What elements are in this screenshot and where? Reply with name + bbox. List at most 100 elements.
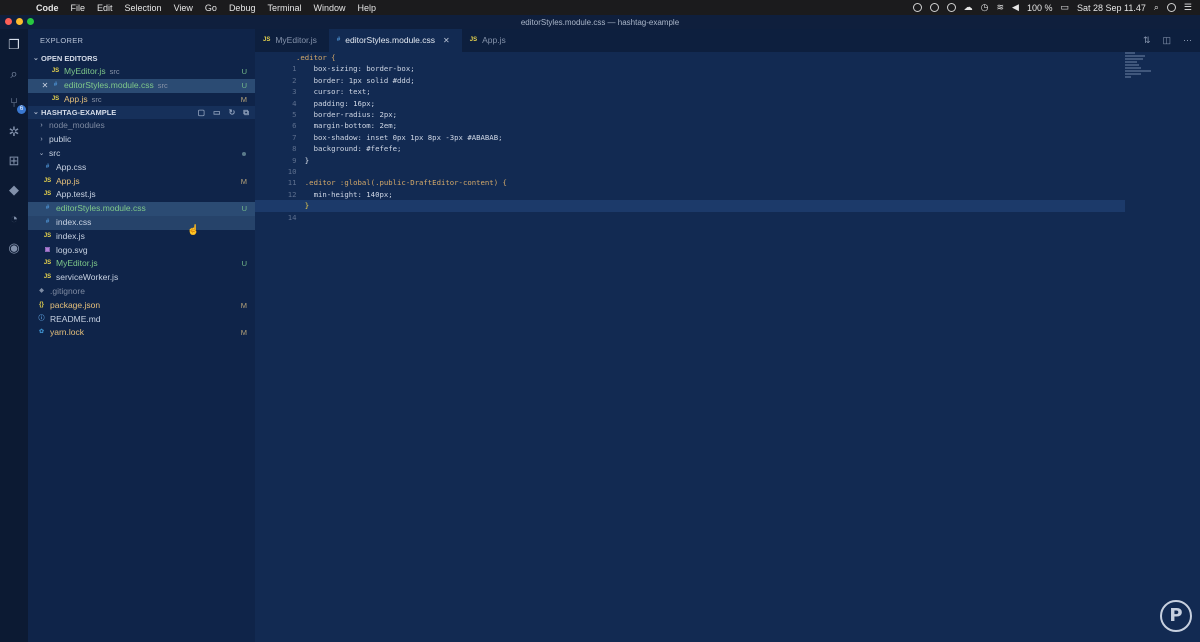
- code-line[interactable]: 1 .editor {: [255, 52, 1125, 73]
- git-status: M: [240, 94, 247, 104]
- minimize-window-button[interactable]: [16, 18, 23, 25]
- menu-debug[interactable]: Debug: [223, 3, 262, 13]
- tree-file[interactable]: JS App.test.js: [28, 188, 255, 202]
- docker-icon[interactable]: ◆: [6, 182, 22, 198]
- new-folder-icon[interactable]: ▭: [213, 106, 221, 119]
- close-icon[interactable]: ✕: [39, 79, 51, 93]
- refresh-icon[interactable]: ↻: [229, 106, 236, 119]
- wifi-icon[interactable]: ≋: [996, 2, 1004, 13]
- open-editor-item[interactable]: JS MyEditor.js src U: [28, 65, 255, 79]
- zoom-window-button[interactable]: [27, 18, 34, 25]
- tree-file-selected[interactable]: # editorStyles.module.css U: [28, 202, 255, 216]
- compare-changes-icon[interactable]: ⇅: [1143, 35, 1151, 46]
- open-editor-name: App.js: [64, 93, 88, 104]
- tree-file[interactable]: {} package.json M: [28, 299, 255, 313]
- code-line[interactable]: 12 .editor :global(.public-DraftEditor-c…: [255, 177, 1125, 198]
- code-line[interactable]: 10 }: [255, 155, 1125, 176]
- code-line[interactable]: 8 box-shadow: inset 0px 1px 8px -3px #AB…: [255, 132, 1125, 153]
- collapse-all-icon[interactable]: ⧉: [243, 106, 249, 119]
- clock[interactable]: Sat 28 Sep 11.47: [1077, 3, 1146, 13]
- volume-icon[interactable]: ◀: [1012, 2, 1019, 13]
- code-line[interactable]: 7 margin-bottom: 2em;: [255, 120, 1125, 141]
- tab-editorstyles[interactable]: # editorStyles.module.css ✕: [328, 29, 462, 52]
- tree-file[interactable]: # index.css: [28, 215, 255, 230]
- json-file-icon: {}: [39, 301, 44, 308]
- git-status: M: [240, 300, 247, 310]
- tree-file[interactable]: JS serviceWorker.js: [28, 271, 255, 285]
- close-window-button[interactable]: [5, 18, 12, 25]
- new-file-icon[interactable]: ▢: [197, 106, 205, 119]
- battery-label[interactable]: 100 %: [1027, 3, 1053, 13]
- project-header[interactable]: ⌄ HASHTAG-EXAMPLE ▢ ▭ ↻ ⧉: [28, 106, 255, 120]
- tree-folder-src[interactable]: ⌄ src: [28, 147, 255, 161]
- js-file-icon: JS: [51, 95, 60, 102]
- tree-file[interactable]: # App.css: [28, 161, 255, 175]
- extensions-icon[interactable]: ⊞: [6, 153, 22, 169]
- status-app-icon[interactable]: [946, 3, 956, 12]
- user-avatar-icon[interactable]: [1166, 3, 1176, 12]
- menu-file[interactable]: File: [65, 3, 92, 13]
- open-editor-name: MyEditor.js: [64, 66, 106, 76]
- tree-file[interactable]: ⓘ README.md: [28, 313, 255, 327]
- tree-file[interactable]: ▣ logo.svg: [28, 244, 255, 258]
- tree-file[interactable]: JS App.js M: [28, 175, 255, 189]
- menu-app-name[interactable]: Code: [30, 3, 65, 13]
- tree-folder-node-modules[interactable]: › node_modules: [28, 119, 255, 133]
- open-editor-item[interactable]: ✕ # editorStyles.module.css src U: [28, 78, 255, 93]
- cloud-icon[interactable]: ☁: [964, 2, 973, 13]
- code-line[interactable]: 4 cursor: text;: [255, 86, 1125, 107]
- code-text: padding: 16px;: [296, 98, 376, 108]
- code-line[interactable]: 9 background: #fefefe;: [255, 143, 1125, 164]
- code-line[interactable]: 6 border-radius: 2px;: [255, 109, 1125, 130]
- split-editor-icon[interactable]: ◫: [1162, 35, 1171, 46]
- close-icon[interactable]: ✕: [443, 29, 450, 52]
- file-name: App.css: [56, 161, 87, 172]
- menu-view[interactable]: View: [168, 3, 199, 13]
- open-editor-item[interactable]: JS App.js src M: [28, 93, 255, 107]
- debug-icon[interactable]: ✲: [6, 124, 22, 140]
- menu-terminal[interactable]: Terminal: [261, 3, 307, 13]
- menu-window[interactable]: Window: [307, 3, 351, 13]
- tab-label: editorStyles.module.css: [345, 35, 436, 45]
- search-icon[interactable]: ⌕: [1154, 2, 1159, 13]
- chevron-down-icon: ⌄: [38, 149, 45, 157]
- file-name: index.js: [56, 230, 85, 241]
- tree-folder-public[interactable]: › public: [28, 133, 255, 147]
- code-editor[interactable]: 1 .editor { 2 box-sizing: border-box; 3 …: [255, 52, 1200, 642]
- mouse-pointer-icon: ☝: [187, 225, 200, 236]
- git-history-icon[interactable]: ◔: [6, 211, 22, 227]
- menu-selection[interactable]: Selection: [119, 3, 168, 13]
- tab-myeditor[interactable]: JS MyEditor.js: [255, 29, 329, 52]
- tree-file[interactable]: ◆ .gitignore: [28, 285, 255, 299]
- chevron-right-icon: ›: [40, 136, 43, 144]
- status-app-icon[interactable]: [929, 3, 939, 12]
- editor-actions: ⇅ ◫ ⋯: [1143, 29, 1192, 52]
- more-actions-icon[interactable]: ⋯: [1183, 35, 1192, 46]
- tree-file[interactable]: JS MyEditor.js U: [28, 257, 255, 271]
- explorer-icon[interactable]: ❐: [6, 37, 22, 53]
- file-name: App.js: [56, 175, 80, 186]
- tree-file[interactable]: ✿ yarn.lock M: [28, 326, 255, 340]
- code-line[interactable]: 3 border: 1px solid #ddd;: [255, 75, 1125, 96]
- code-line-current[interactable]: 14 }: [255, 200, 1125, 222]
- menu-go[interactable]: Go: [199, 3, 223, 13]
- notification-center-icon[interactable]: ☰: [1184, 2, 1192, 13]
- status-app-icon[interactable]: [912, 3, 922, 12]
- minimap[interactable]: [1125, 52, 1165, 82]
- time-machine-icon[interactable]: ◷: [981, 2, 989, 13]
- git-status: U: [241, 204, 247, 214]
- source-control-icon[interactable]: ⑂ 6: [6, 95, 26, 114]
- search-icon[interactable]: ⌕: [6, 66, 22, 82]
- menu-help[interactable]: Help: [352, 3, 383, 13]
- code-line[interactable]: 11: [255, 166, 1125, 187]
- spotify-icon[interactable]: ◉: [6, 240, 22, 256]
- code-line[interactable]: 5 padding: 16px;: [255, 98, 1125, 119]
- tab-app[interactable]: JS App.js: [461, 29, 518, 52]
- code-line[interactable]: 13 min-height: 140px;: [255, 189, 1125, 210]
- code-line[interactable]: 2 box-sizing: border-box;: [255, 63, 1125, 84]
- menu-edit[interactable]: Edit: [91, 3, 119, 13]
- chevron-right-icon: ›: [40, 122, 43, 130]
- tree-file[interactable]: JS index.js: [28, 230, 255, 244]
- js-file-icon: JS: [469, 37, 478, 43]
- open-editors-header[interactable]: ⌄ OPEN EDITORS: [28, 52, 255, 65]
